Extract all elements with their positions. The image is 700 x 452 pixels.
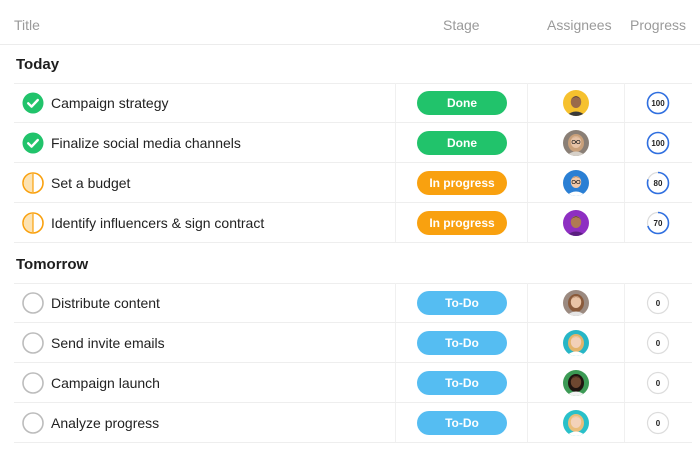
task-title[interactable]: Send invite emails	[51, 335, 165, 351]
divider	[527, 283, 528, 323]
table-row[interactable]: Campaign strategy Done 100	[0, 83, 700, 123]
progress-value: 100	[651, 139, 665, 148]
table-row[interactable]: Set a budget In progress 80	[0, 163, 700, 203]
task-title[interactable]: Finalize social media channels	[51, 135, 241, 151]
divider	[527, 83, 528, 123]
progress-value: 0	[656, 379, 661, 388]
progress-ring: 100	[646, 91, 670, 115]
divider	[395, 403, 396, 443]
table-header: Title Stage Assignees Progress	[0, 0, 700, 45]
divider	[395, 323, 396, 363]
divider	[14, 442, 692, 443]
divider	[395, 363, 396, 403]
stage-badge[interactable]: To-Do	[417, 371, 507, 395]
stage-badge[interactable]: In progress	[417, 211, 507, 235]
divider	[624, 283, 625, 323]
group-heading-today: Today	[16, 56, 60, 73]
table-row[interactable]: Analyze progress To-Do 0	[0, 403, 700, 443]
stage-badge[interactable]: To-Do	[417, 331, 507, 355]
avatar[interactable]	[563, 210, 589, 236]
stage-badge[interactable]: Done	[417, 131, 507, 155]
half-circle-icon[interactable]	[22, 212, 44, 234]
avatar[interactable]	[563, 130, 589, 156]
column-header-assignees[interactable]: Assignees	[547, 17, 612, 33]
empty-circle-icon[interactable]	[22, 292, 44, 314]
avatar[interactable]	[563, 90, 589, 116]
task-title[interactable]: Identify influencers & sign contract	[51, 215, 264, 231]
column-header-title[interactable]: Title	[14, 17, 40, 33]
table-row[interactable]: Finalize social media channels Done 100	[0, 123, 700, 163]
divider	[395, 123, 396, 163]
progress-ring: 80	[646, 171, 670, 195]
stage-badge[interactable]: To-Do	[417, 291, 507, 315]
task-title[interactable]: Campaign launch	[51, 375, 160, 391]
avatar[interactable]	[563, 370, 589, 396]
stage-badge[interactable]: In progress	[417, 171, 507, 195]
table-row[interactable]: Distribute content To-Do 0	[0, 283, 700, 323]
empty-circle-icon[interactable]	[22, 332, 44, 354]
stage-badge[interactable]: To-Do	[417, 411, 507, 435]
avatar[interactable]	[563, 330, 589, 356]
divider	[624, 123, 625, 163]
avatar[interactable]	[563, 170, 589, 196]
empty-circle-icon[interactable]	[22, 412, 44, 434]
divider	[527, 203, 528, 243]
progress-value: 70	[654, 219, 663, 228]
divider	[624, 363, 625, 403]
progress-ring: 100	[646, 131, 670, 155]
divider	[527, 403, 528, 443]
progress-ring: 0	[646, 371, 670, 395]
check-circle-icon[interactable]	[22, 132, 44, 154]
divider	[527, 123, 528, 163]
divider	[395, 163, 396, 203]
progress-value: 0	[656, 339, 661, 348]
group-heading-tomorrow: Tomorrow	[16, 256, 89, 273]
divider	[624, 163, 625, 203]
progress-ring: 0	[646, 331, 670, 355]
table-row[interactable]: Campaign launch To-Do 0	[0, 363, 700, 403]
divider	[624, 83, 625, 123]
divider	[624, 403, 625, 443]
avatar[interactable]	[563, 410, 589, 436]
half-circle-icon[interactable]	[22, 172, 44, 194]
progress-value: 80	[654, 179, 663, 188]
empty-circle-icon[interactable]	[22, 372, 44, 394]
progress-value: 0	[656, 299, 661, 308]
divider	[14, 283, 692, 284]
progress-value: 0	[656, 419, 661, 428]
divider	[527, 323, 528, 363]
divider	[624, 323, 625, 363]
divider	[395, 283, 396, 323]
task-title[interactable]: Distribute content	[51, 295, 160, 311]
avatar[interactable]	[563, 290, 589, 316]
divider	[527, 363, 528, 403]
task-title[interactable]: Campaign strategy	[51, 95, 169, 111]
table-row[interactable]: Send invite emails To-Do 0	[0, 323, 700, 363]
divider	[14, 242, 692, 243]
divider	[624, 203, 625, 243]
divider	[395, 203, 396, 243]
table-row[interactable]: Identify influencers & sign contract In …	[0, 203, 700, 243]
stage-badge[interactable]: Done	[417, 91, 507, 115]
check-circle-icon[interactable]	[22, 92, 44, 114]
progress-ring: 0	[646, 291, 670, 315]
column-header-progress[interactable]: Progress	[630, 17, 686, 33]
task-title[interactable]: Analyze progress	[51, 415, 159, 431]
divider	[527, 163, 528, 203]
column-header-stage[interactable]: Stage	[443, 17, 480, 33]
divider	[14, 83, 692, 84]
progress-value: 100	[651, 99, 665, 108]
task-title[interactable]: Set a budget	[51, 175, 130, 191]
divider	[395, 83, 396, 123]
progress-ring: 70	[646, 211, 670, 235]
progress-ring: 0	[646, 411, 670, 435]
